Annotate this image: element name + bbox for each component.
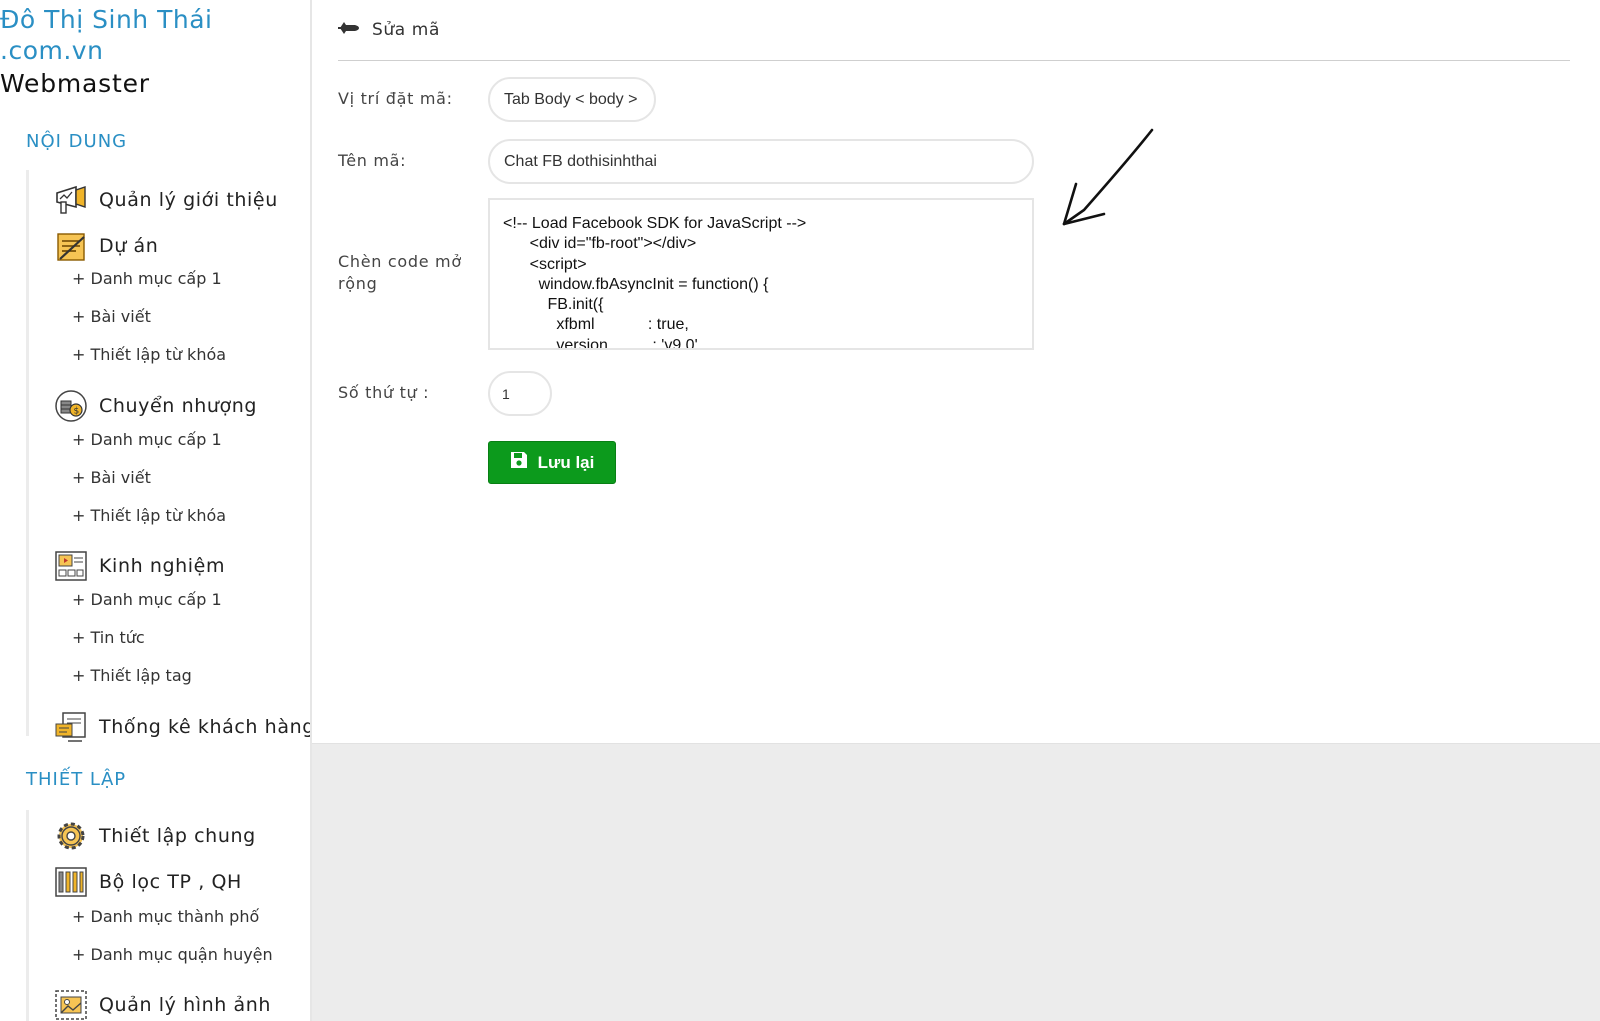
sidebar-item-du-an[interactable]: Dự án <box>54 228 158 264</box>
coins-icon: $ <box>54 389 88 423</box>
sidebar-item-label: Dự án <box>99 235 159 257</box>
name-value: Chat FB dothisinhthai <box>504 152 657 170</box>
sidebar-subitem-kinh-nghiem-tin-tuc[interactable]: + Tin tức <box>72 628 145 647</box>
sidebar-item-thiet-lap-chung[interactable]: Thiết lập chung <box>54 818 256 854</box>
sidebar: Đô Thị Sinh Thái .com.vn Webmaster NỘI D… <box>0 0 312 1021</box>
sidebar-subitem-kinh-nghiem-danh-muc[interactable]: + Danh mục cấp 1 <box>72 590 222 609</box>
main-panel: Sửa mã Vị trí đặt mã: Tab Body < body > … <box>312 0 1600 744</box>
section-heading-settings: THIẾT LẬP <box>26 769 127 790</box>
panel-header: Sửa mã <box>338 20 440 40</box>
order-label: Số thứ tự : <box>338 383 430 402</box>
sidebar-item-bo-loc[interactable]: Bộ lọc TP , QH <box>54 864 242 900</box>
sidebar-subitem-chuyen-nhuong-tu-khoa[interactable]: + Thiết lập từ khóa <box>72 506 226 525</box>
megaphone-icon <box>54 183 88 217</box>
sidebar-item-hinh-anh[interactable]: Quản lý hình ảnh <box>54 987 271 1021</box>
brand-domain: .com.vn <box>0 36 104 65</box>
save-button-label: Lưu lại <box>537 452 595 472</box>
code-label: Chèn code mở rộng <box>338 252 462 293</box>
position-select[interactable]: Tab Body < body > <box>488 77 656 122</box>
position-value: Tab Body < body > <box>504 90 638 108</box>
sidebar-subitem-chuyen-nhuong-bai-viet[interactable]: + Bài viết <box>72 468 151 487</box>
notepad-icon <box>54 229 88 263</box>
annotation-arrow-icon <box>1062 128 1154 226</box>
order-value: 1 <box>502 385 510 402</box>
save-button[interactable]: Lưu lại <box>488 441 616 484</box>
video-panel-icon <box>54 549 88 583</box>
customer-stats-icon <box>54 710 88 744</box>
sidebar-item-chuyen-nhuong[interactable]: $ Chuyển nhượng <box>54 388 257 424</box>
sidebar-subitem-kinh-nghiem-tag[interactable]: + Thiết lập tag <box>72 666 192 685</box>
gear-icon <box>54 819 88 853</box>
brand-name: Đô Thị Sinh Thái <box>0 5 213 34</box>
sidebar-subitem-du-an-tu-khoa[interactable]: + Thiết lập từ khóa <box>72 345 226 364</box>
page-title: Sửa mã <box>372 20 440 40</box>
sidebar-item-thong-ke[interactable]: Thống kê khách hàng <box>54 709 312 745</box>
sidebar-subitem-thanh-pho[interactable]: + Danh mục thành phố <box>72 907 259 926</box>
order-input[interactable]: 1 <box>488 371 552 416</box>
section-heading-content: NỘI DUNG <box>26 131 128 152</box>
name-label: Tên mã: <box>338 151 407 170</box>
image-manager-icon <box>54 988 88 1021</box>
position-label: Vị trí đặt mã: <box>338 89 453 108</box>
filter-icon <box>54 865 88 899</box>
header-divider <box>338 60 1570 61</box>
sidebar-item-label: Chuyển nhượng <box>99 395 258 417</box>
svg-text:$: $ <box>74 407 80 417</box>
shuttle-icon <box>338 20 360 40</box>
floppy-disk-icon <box>510 451 538 474</box>
nav-divider <box>26 810 29 1021</box>
brand-subtitle: Webmaster <box>0 69 150 98</box>
sidebar-subitem-du-an-bai-viet[interactable]: + Bài viết <box>72 307 151 326</box>
sidebar-item-kinh-nghiem[interactable]: Kinh nghiệm <box>54 548 225 584</box>
nav-divider <box>26 170 29 736</box>
sidebar-item-gioi-thieu[interactable]: Quản lý giới thiệu <box>54 182 278 218</box>
site-brand[interactable]: Đô Thị Sinh Thái .com.vn <box>0 4 212 66</box>
sidebar-subitem-quan-huyen[interactable]: + Danh mục quận huyện <box>72 945 273 964</box>
sidebar-item-label: Thống kê khách hàng <box>99 716 312 738</box>
sidebar-item-label: Bộ lọc TP , QH <box>99 871 242 893</box>
app-window: Đô Thị Sinh Thái .com.vn Webmaster NỘI D… <box>0 0 1600 1021</box>
sidebar-item-label: Quản lý hình ảnh <box>99 994 272 1016</box>
sidebar-subitem-chuyen-nhuong-danh-muc[interactable]: + Danh mục cấp 1 <box>72 430 222 449</box>
sidebar-item-label: Thiết lập chung <box>99 825 256 847</box>
sidebar-subitem-du-an-danh-muc[interactable]: + Danh mục cấp 1 <box>72 269 222 288</box>
sidebar-item-label: Quản lý giới thiệu <box>99 189 278 211</box>
name-input[interactable]: Chat FB dothisinhthai <box>488 139 1034 184</box>
sidebar-item-label: Kinh nghiệm <box>99 555 226 577</box>
code-textarea[interactable]: <!-- Load Facebook SDK for JavaScript --… <box>488 198 1034 350</box>
